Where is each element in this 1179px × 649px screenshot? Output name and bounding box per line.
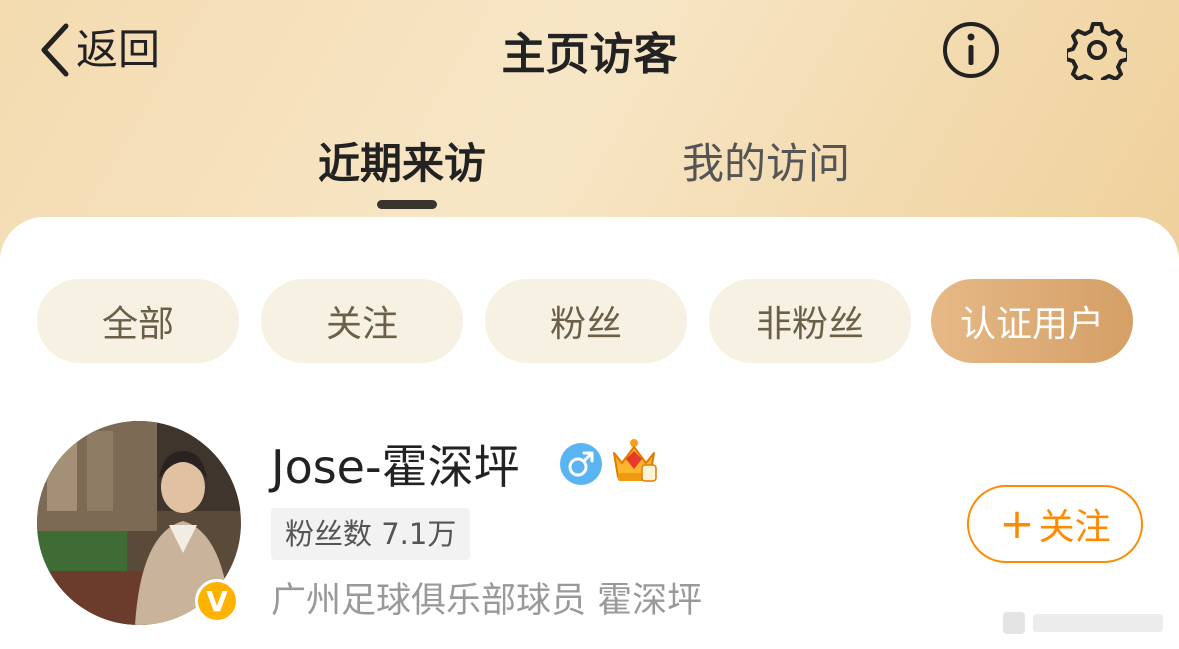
fans-count: 粉丝数 7.1万 [271, 508, 471, 560]
follow-label: 关注 [1038, 507, 1111, 548]
filter-all[interactable]: 全部 [37, 279, 239, 363]
info-button[interactable] [941, 20, 1001, 80]
settings-button[interactable] [1064, 20, 1130, 88]
filter-fans[interactable]: 粉丝 [485, 279, 687, 363]
info-icon [943, 22, 999, 78]
watermark-image [1003, 606, 1173, 640]
tab-my-visits[interactable]: 我的访问 [682, 130, 850, 191]
visitor-description: 广州足球俱乐部球员 霍深坪 [271, 581, 703, 621]
crown-icon [610, 437, 658, 485]
back-button[interactable]: 返回 [38, 22, 160, 78]
filter-verified-users[interactable]: 认证用户 [931, 279, 1133, 363]
tab-recent-visits[interactable]: 近期来访 [318, 130, 486, 191]
content-card: 全部 关注 粉丝 非粉丝 认证用户 V Jose-霍深坪 粉丝数 7.1万 广州… [0, 217, 1179, 649]
filter-chips: 全部 关注 粉丝 非粉丝 认证用户 [0, 279, 1179, 363]
top-nav-bar: 返回 主页访客 [0, 0, 1179, 100]
plus-icon: + [999, 499, 1035, 548]
active-tab-indicator [377, 200, 437, 209]
visitor-tabs: 近期来访 我的访问 [0, 120, 1179, 220]
back-label: 返回 [76, 25, 161, 74]
chevron-left-icon [41, 23, 69, 77]
visitor-list-item[interactable]: V Jose-霍深坪 粉丝数 7.1万 广州足球俱乐部球员 霍深坪 + 关注 [0, 417, 1179, 637]
follow-button[interactable]: + 关注 [967, 485, 1143, 563]
filter-non-fans[interactable]: 非粉丝 [709, 279, 911, 363]
page-title: 主页访客 [501, 29, 678, 80]
verified-v-icon: V [195, 579, 239, 623]
visitor-name[interactable]: Jose-霍深坪 [271, 431, 520, 497]
gear-icon [1064, 22, 1130, 88]
filter-following[interactable]: 关注 [261, 279, 463, 363]
male-icon [560, 443, 602, 485]
